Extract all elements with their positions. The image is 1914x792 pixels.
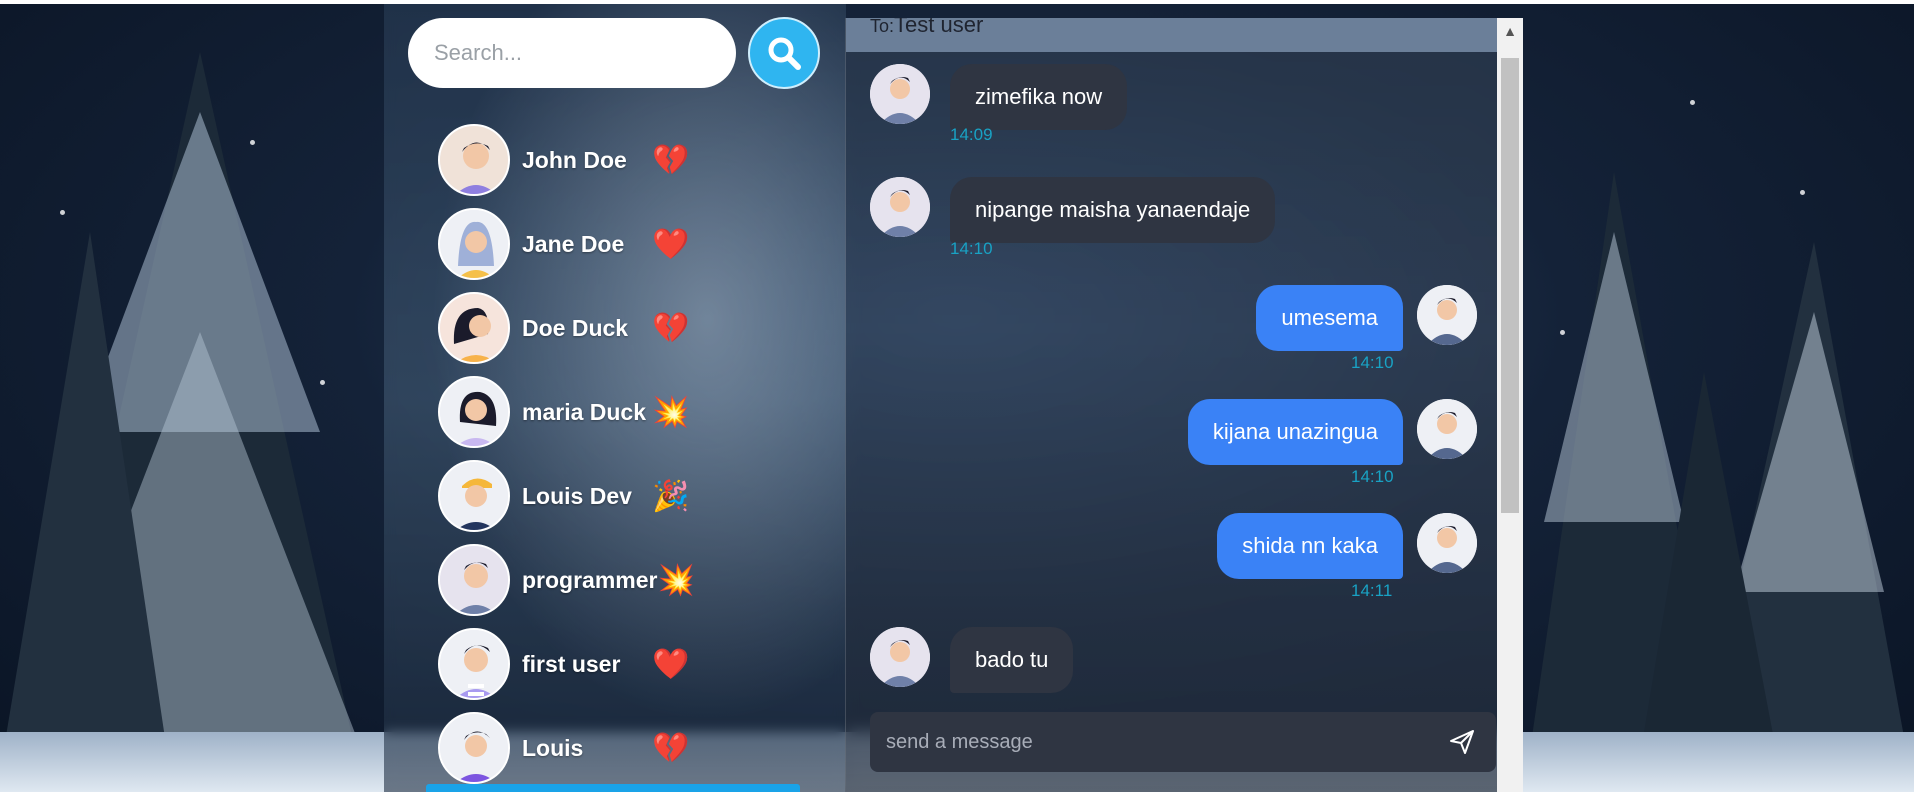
contact-name: maria Duck: [522, 398, 647, 425]
contact-item[interactable]: first user ❤️: [438, 622, 695, 706]
tree-left: [0, 52, 370, 772]
contact-name: programmer: [522, 566, 658, 593]
message-time: 14:11: [1351, 581, 1393, 600]
selected-contact-indicator[interactable]: [426, 784, 800, 792]
contact-item[interactable]: Jane Doe ❤️: [438, 202, 695, 286]
avatar: [870, 177, 930, 237]
chevron-up-icon[interactable]: ▲: [1497, 18, 1523, 44]
search-button[interactable]: [748, 17, 820, 89]
avatar: [438, 460, 510, 532]
message-outgoing: kijana unazingua: [1187, 399, 1477, 465]
collision-icon: 💥: [657, 563, 695, 597]
contact-item[interactable]: John Doe 💔: [438, 118, 695, 202]
avatar: [1417, 513, 1477, 573]
snowflake: [1800, 190, 1805, 195]
avatar: [438, 208, 510, 280]
search-bar: [408, 17, 820, 89]
message-bubble: nipange maisha yanaendaje: [950, 177, 1276, 243]
avatar: [438, 544, 510, 616]
search-icon: [768, 37, 801, 70]
message-bubble: kijana unazingua: [1187, 399, 1403, 465]
collision-icon: 💥: [652, 395, 690, 429]
message-bubble: umesema: [1256, 285, 1403, 351]
tree-right: [1524, 172, 1914, 792]
message-bubble: bado tu: [950, 627, 1074, 693]
snowflake: [320, 380, 325, 385]
message-input[interactable]: [886, 730, 1444, 754]
avatar: [438, 628, 510, 700]
contact-item[interactable]: programmer 💥: [438, 538, 695, 622]
chat-scrollbar[interactable]: ▲: [1497, 18, 1523, 792]
to-label: To:: [870, 18, 895, 36]
avatar: [870, 64, 930, 124]
snowflake: [250, 140, 255, 145]
message-incoming: zimefika now: [870, 64, 1128, 130]
heart-icon: ❤️: [652, 227, 690, 261]
message-time: 14:10: [950, 239, 993, 258]
avatar: [438, 292, 510, 364]
contact-item[interactable]: Louis Dev 🎉: [438, 454, 695, 538]
avatar: [1417, 399, 1477, 459]
contact-list: John Doe 💔 Jane Doe ❤️ Doe Duck 💔 maria …: [438, 118, 695, 790]
message-incoming: bado tu: [870, 627, 1074, 693]
party-popper-icon: 🎉: [652, 479, 690, 513]
message-outgoing: shida nn kaka: [1217, 513, 1477, 579]
broken-heart-icon: 💔: [652, 311, 690, 345]
message-bubble: zimefika now: [950, 64, 1128, 130]
contact-name: Jane Doe: [522, 230, 625, 257]
message-time: 14:10: [1351, 353, 1394, 372]
contact-name: Louis Dev: [522, 482, 632, 509]
scroll-thumb[interactable]: [1501, 58, 1519, 513]
contact-name: Doe Duck: [522, 314, 629, 341]
message-outgoing: umesema: [1256, 285, 1477, 351]
contact-item[interactable]: Louis 💔: [438, 706, 695, 790]
send-button[interactable]: [1444, 724, 1480, 760]
message-incoming: nipange maisha yanaendaje: [870, 177, 1276, 243]
broken-heart-icon: 💔: [652, 731, 690, 765]
avatar: [1417, 285, 1477, 345]
send-icon: [1450, 730, 1474, 754]
snowflake: [60, 210, 65, 215]
chat-panel: To:Test user ▲ zimefika now 14:09 nipang…: [845, 18, 1523, 792]
avatar: [438, 376, 510, 448]
snowflake: [1690, 100, 1695, 105]
message-bubble: shida nn kaka: [1217, 513, 1403, 579]
chat-header: To:Test user: [846, 18, 1498, 52]
contact-name: first user: [522, 650, 621, 677]
message-composer: [870, 712, 1496, 772]
avatar: [438, 712, 510, 784]
search-input[interactable]: [408, 18, 736, 88]
contact-item[interactable]: maria Duck 💥: [438, 370, 695, 454]
message-time: 14:09: [950, 125, 993, 144]
contacts-panel: John Doe 💔 Jane Doe ❤️ Doe Duck 💔 maria …: [384, 4, 846, 792]
recipient-name: Test user: [894, 18, 984, 37]
contact-item[interactable]: Doe Duck 💔: [438, 286, 695, 370]
message-time: 14:10: [1351, 467, 1394, 486]
top-edge: [0, 0, 1914, 4]
heart-icon: ❤️: [652, 647, 690, 681]
avatar: [438, 124, 510, 196]
avatar: [870, 627, 930, 687]
snowflake: [1560, 330, 1565, 335]
contact-name: Louis: [522, 734, 584, 761]
contact-name: John Doe: [522, 146, 627, 173]
broken-heart-icon: 💔: [652, 143, 690, 177]
